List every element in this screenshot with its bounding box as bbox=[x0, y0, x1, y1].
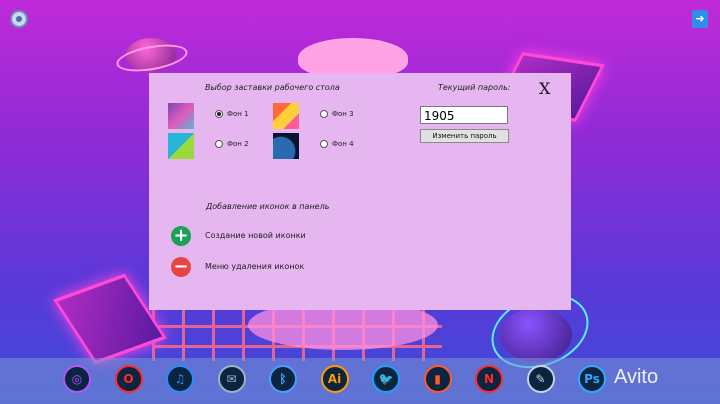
music-icon[interactable]: ♫ bbox=[166, 365, 194, 393]
radio-label: Фон 4 bbox=[332, 140, 354, 148]
pink-sphere-decoration bbox=[126, 38, 176, 72]
radio-dot bbox=[320, 110, 328, 118]
wallpaper-radio-3[interactable]: Фон 3 bbox=[320, 110, 354, 118]
password-section-title: Текущий пароль: bbox=[438, 83, 511, 92]
purple-sphere-decoration bbox=[500, 308, 572, 362]
wallpaper-thumb-2[interactable] bbox=[168, 133, 194, 159]
wallpaper-radio-2[interactable]: Фон 2 bbox=[215, 140, 249, 148]
radio-dot bbox=[320, 140, 328, 148]
change-password-button[interactable]: Изменить пароль bbox=[420, 129, 509, 143]
pink-blob-decoration bbox=[298, 38, 408, 78]
wallpaper-thumb-1[interactable] bbox=[168, 103, 194, 129]
illustrator-icon[interactable]: Ai bbox=[320, 365, 349, 393]
wallpaper-thumb-3[interactable] bbox=[273, 103, 299, 129]
pen-icon[interactable]: ✎ bbox=[526, 365, 555, 393]
add-icons-section-title: Добавление иконок в панель bbox=[206, 202, 330, 211]
wallpaper-thumb-4[interactable] bbox=[273, 133, 299, 159]
remove-icon-button[interactable]: − bbox=[171, 257, 191, 277]
wallpaper-radio-1[interactable]: Фон 1 bbox=[215, 110, 249, 118]
add-icon-button[interactable]: + bbox=[171, 226, 191, 246]
radio-label: Фон 3 bbox=[332, 110, 354, 118]
delete-icon-menu-label[interactable]: Меню удаления иконок bbox=[205, 262, 304, 271]
wallpaper-radio-4[interactable]: Фон 4 bbox=[320, 140, 354, 148]
exit-icon[interactable]: ➜ bbox=[692, 10, 708, 28]
opera-icon[interactable]: O bbox=[114, 365, 143, 393]
password-field[interactable]: 1905 bbox=[420, 106, 508, 124]
neon-grid-decoration bbox=[152, 305, 442, 361]
photoshop-icon[interactable]: Ps bbox=[578, 365, 606, 393]
radio-label: Фон 2 bbox=[227, 140, 249, 148]
bluetooth-icon[interactable]: ᛒ bbox=[269, 365, 297, 393]
radio-label: Фон 1 bbox=[227, 110, 249, 118]
globe-icon[interactable]: ◎ bbox=[63, 365, 91, 393]
onenote-icon[interactable]: N bbox=[475, 365, 503, 393]
settings-panel: Выбор заставки рабочего стола Текущий па… bbox=[149, 73, 571, 310]
twitter-icon[interactable]: 🐦 bbox=[372, 365, 400, 393]
wallpaper-section-title: Выбор заставки рабочего стола bbox=[205, 83, 340, 92]
avito-watermark-logo: Avito bbox=[614, 366, 659, 388]
create-icon-label[interactable]: Создание новой иконки bbox=[205, 231, 306, 240]
close-button[interactable]: X bbox=[539, 79, 550, 98]
pink-ring-decoration bbox=[114, 39, 190, 77]
taskbar bbox=[0, 358, 720, 404]
radio-dot bbox=[215, 140, 223, 148]
settings-gear-icon[interactable] bbox=[10, 10, 28, 28]
mail-icon[interactable]: ✉ bbox=[217, 365, 246, 393]
radio-dot bbox=[215, 110, 223, 118]
files-icon[interactable]: ▮ bbox=[423, 365, 452, 393]
